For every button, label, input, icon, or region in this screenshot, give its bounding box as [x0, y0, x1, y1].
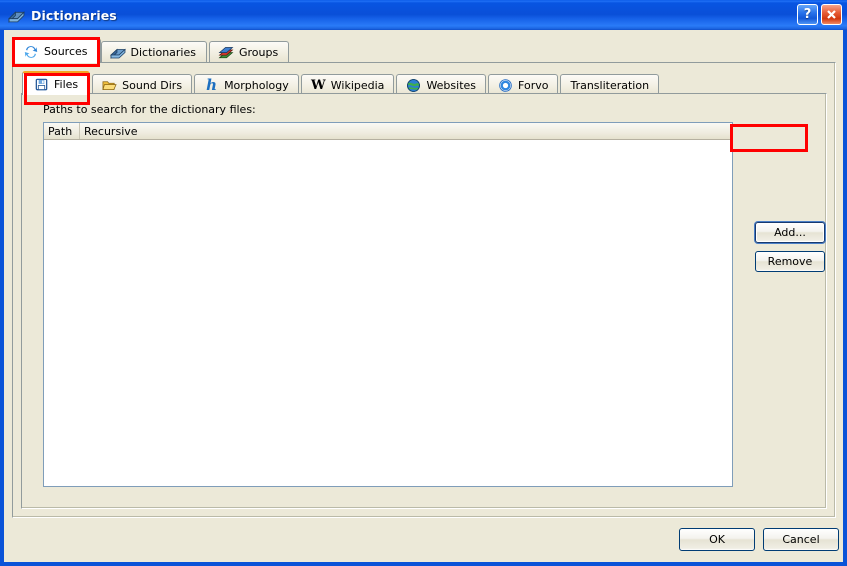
globe-icon: [407, 78, 421, 92]
close-button[interactable]: [821, 4, 842, 25]
hunspell-h-icon: h: [206, 75, 218, 94]
subtab-morphology-label: Morphology: [224, 78, 289, 92]
subtab-files[interactable]: Files: [22, 71, 91, 95]
remove-button[interactable]: Remove: [755, 251, 825, 272]
subtab-wikipedia-label: Wikipedia: [330, 78, 385, 92]
window-title: Dictionaries: [31, 7, 117, 23]
subtab-transliteration-label: Transliteration: [570, 78, 650, 92]
ok-button[interactable]: OK: [679, 528, 755, 551]
folder-icon: [102, 80, 117, 90]
tab-groups[interactable]: Groups: [208, 41, 290, 63]
tab-dictionaries[interactable]: Dictionaries: [100, 41, 207, 63]
help-button[interactable]: ?: [797, 4, 818, 25]
column-header-recursive[interactable]: Recursive: [80, 123, 732, 139]
floppy-disk-icon: [35, 78, 48, 90]
sources-tab-page: Files Sound Dirs h Morphology W Wikipedi…: [12, 62, 836, 518]
tab-dictionaries-label: Dictionaries: [130, 46, 196, 59]
cancel-button[interactable]: Cancel: [763, 528, 839, 551]
help-icon: ?: [803, 7, 812, 22]
paths-label: Paths to search for the dictionary files…: [43, 103, 256, 116]
refresh-arrows-icon: [24, 45, 38, 58]
title-bar-left: Dictionaries: [8, 0, 117, 30]
dictionaries-dialog: Dictionaries ? Sources Dictionaries Grou…: [0, 0, 847, 566]
book-stack-icon: [218, 46, 234, 58]
subtab-forvo[interactable]: Forvo: [488, 74, 559, 95]
dialog-body: Sources Dictionaries Groups Files Sound …: [4, 30, 843, 562]
subtab-sound-dirs[interactable]: Sound Dirs: [92, 74, 193, 95]
tab-sources[interactable]: Sources: [12, 38, 101, 63]
subtab-morphology[interactable]: h Morphology: [194, 74, 299, 95]
listview-header: Path Recursive: [44, 123, 732, 140]
listview-body[interactable]: [44, 140, 732, 486]
subtab-forvo-label: Forvo: [518, 78, 549, 92]
book-icon: [8, 10, 25, 23]
sources-subtabs: Files Sound Dirs h Morphology W Wikipedi…: [22, 71, 661, 95]
source-tabs: Sources Dictionaries Groups: [12, 38, 291, 63]
paths-listview[interactable]: Path Recursive: [43, 122, 733, 487]
subtab-files-label: Files: [54, 77, 79, 91]
title-bar-buttons: ?: [797, 4, 842, 25]
title-bar[interactable]: Dictionaries ?: [0, 0, 847, 30]
subtab-websites-label: Websites: [426, 78, 477, 92]
subtab-sound-dirs-label: Sound Dirs: [122, 78, 183, 92]
subtab-transliteration[interactable]: Transliteration: [560, 74, 660, 95]
tab-groups-label: Groups: [238, 46, 279, 59]
add-button[interactable]: Add...: [755, 222, 825, 243]
files-tab-page: Paths to search for the dictionary files…: [21, 93, 827, 509]
tab-sources-label: Sources: [44, 45, 88, 58]
wikipedia-w-icon: W: [310, 77, 326, 93]
column-header-path[interactable]: Path: [44, 123, 80, 139]
subtab-wikipedia[interactable]: W Wikipedia: [300, 74, 395, 95]
close-icon: [827, 10, 836, 19]
blue-book-icon: [109, 48, 126, 59]
forvo-ring-icon: [499, 78, 512, 92]
subtab-websites[interactable]: Websites: [396, 74, 487, 95]
